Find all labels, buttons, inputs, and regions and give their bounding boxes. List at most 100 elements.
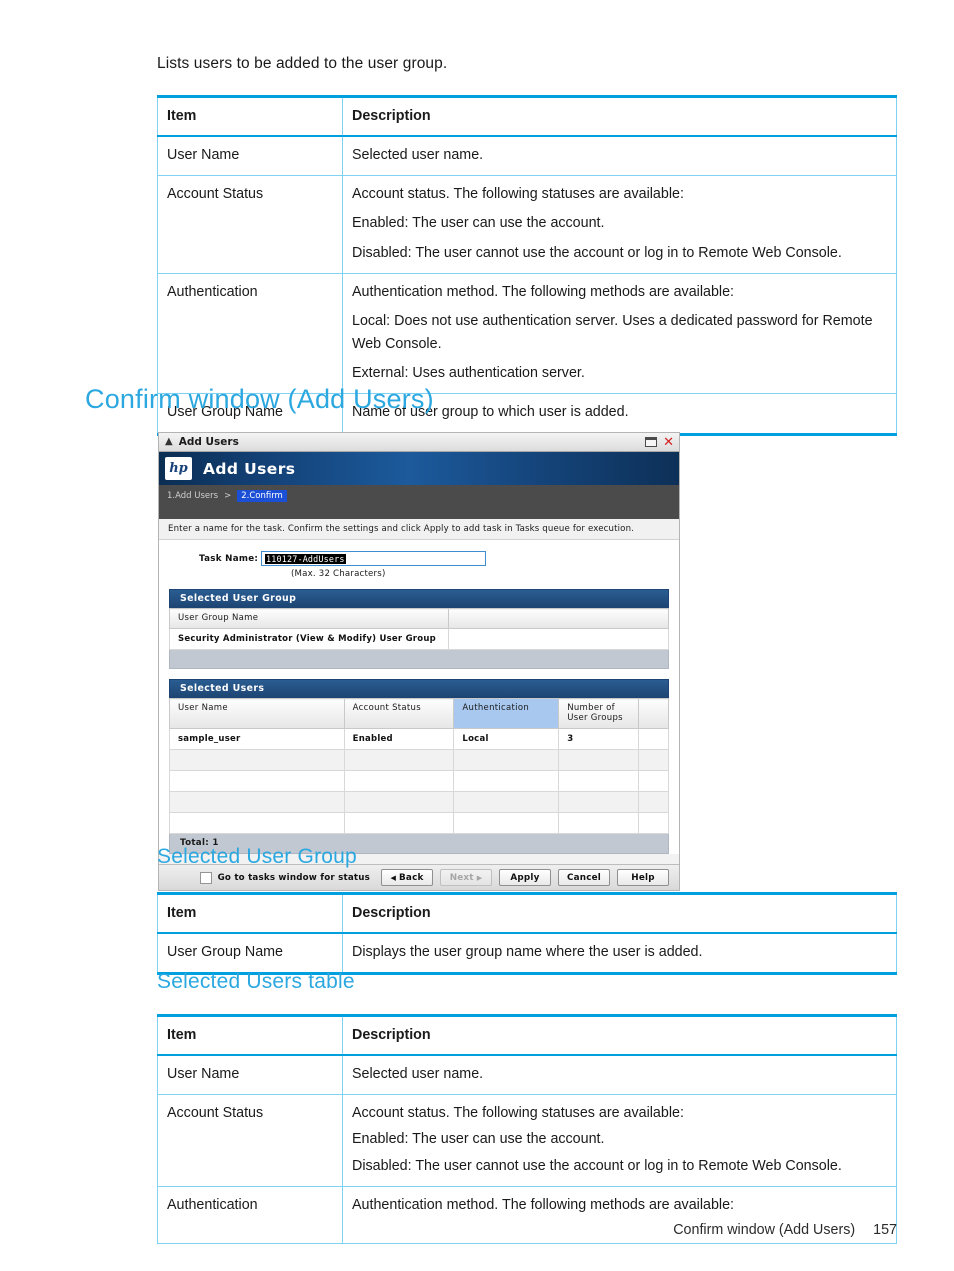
panel-title-selected-users: Selected Users: [169, 679, 669, 698]
document-page: Lists users to be added to the user grou…: [0, 0, 954, 1271]
column-header-item: Item: [157, 95, 343, 138]
column-header-number-of-user-groups[interactable]: Number of User Groups: [558, 698, 640, 729]
panel-selected-users: Selected Users User Name Account Status …: [169, 679, 669, 854]
cancel-button[interactable]: Cancel: [558, 869, 610, 886]
dialog-window-title: Add Users: [178, 436, 239, 448]
cell-blank: [558, 791, 640, 813]
dialog-body: Task Name: 110127-AddUsers (Max. 32 Char…: [159, 540, 679, 854]
cell-item: Account Status: [157, 1094, 343, 1187]
desc-line: Enabled: The user can use the account.: [352, 1131, 605, 1148]
section-heading-selected-users-table: Selected Users table: [157, 970, 355, 993]
help-button[interactable]: Help: [617, 869, 669, 886]
table-row: Account Status Account status. The follo…: [157, 1094, 897, 1187]
cell-user-name: sample_user: [169, 728, 345, 750]
back-button[interactable]: ◀ Back: [381, 869, 433, 886]
table-selected-user-group-items: Item Description User Group Name Display…: [157, 892, 897, 976]
column-header-description: Description: [342, 1014, 897, 1057]
cell-account-status: Enabled: [343, 728, 455, 750]
cell-blank: [343, 770, 455, 792]
apply-button-label: Apply: [510, 872, 540, 883]
table-header-row: User Group Name: [168, 608, 669, 629]
table-header-row: Item Description: [157, 95, 897, 138]
chevron-up-icon: ▲: [165, 436, 173, 447]
desc-line: Authentication method. The following met…: [352, 283, 735, 300]
cell-item: Authentication: [157, 1185, 343, 1244]
cancel-button-label: Cancel: [566, 872, 602, 883]
cell-blank: [453, 812, 560, 834]
cell-blank: [558, 770, 640, 792]
next-button[interactable]: Next ▶: [440, 869, 492, 886]
table-row[interactable]: Security Administrator (View & Modify) U…: [168, 628, 669, 650]
cell-item: User Group Name: [157, 932, 343, 976]
panel-selected-user-group: Selected User Group User Group Name Secu…: [168, 589, 669, 669]
table-row[interactable]: [169, 749, 669, 771]
column-header-blank[interactable]: [638, 698, 669, 729]
column-header-authentication[interactable]: Authentication: [453, 698, 560, 729]
cell-item: Account Status: [157, 175, 343, 274]
add-users-dialog-screenshot: ▲ Add Users ✕ hp Add Users 1.Add Users >…: [158, 432, 680, 891]
arrow-left-icon: ◀: [390, 873, 397, 882]
desc-line: Enabled: The user can use the account.: [352, 215, 605, 232]
intro-paragraph: Lists users to be added to the user grou…: [157, 55, 448, 72]
go-to-tasks-window-checkbox[interactable]: Go to tasks window for status: [199, 871, 370, 884]
checkbox-label: Go to tasks window for status: [217, 872, 370, 883]
step-confirm[interactable]: 2.Confirm: [237, 489, 287, 502]
next-button-label: Next: [449, 872, 474, 883]
cell-blank: [453, 791, 560, 813]
panel-footer-bar: [169, 650, 669, 669]
arrow-right-icon: ▶: [476, 873, 483, 882]
cell-item: Authentication: [157, 272, 343, 395]
desc-line: Displays the user group name where the u…: [352, 944, 703, 961]
task-name-hint: (Max. 32 Characters): [291, 569, 386, 579]
cell-authentication: Local: [453, 728, 560, 750]
cell-blank: [169, 770, 345, 792]
cell-blank: [343, 791, 455, 813]
column-header-account-status[interactable]: Account Status: [343, 698, 455, 729]
cell-blank: [448, 628, 669, 650]
table-row[interactable]: [169, 791, 669, 813]
table-row: User Name Selected user name.: [157, 1054, 897, 1096]
table-row: Authentication Authentication method. Th…: [157, 272, 897, 395]
table-header-row: Item Description: [157, 892, 897, 935]
table-header-row: Item Description: [157, 1014, 897, 1057]
restore-window-icon[interactable]: [645, 437, 658, 447]
table-row[interactable]: [169, 812, 669, 834]
table-row[interactable]: sample_user Enabled Local 3: [169, 728, 669, 750]
page-footer: Confirm window (Add Users) 157: [673, 1222, 897, 1238]
column-header-user-group-name[interactable]: User Group Name: [168, 608, 450, 629]
back-button-label: Back: [399, 872, 424, 883]
cell-blank: [169, 791, 345, 813]
cell-description: Authentication method. The following met…: [342, 272, 897, 395]
table-row: User Name Selected user name.: [157, 135, 897, 177]
panel-title-selected-user-group: Selected User Group: [169, 589, 669, 608]
table-header-row: User Name Account Status Authentication …: [169, 698, 669, 729]
step-add-users[interactable]: 1.Add Users: [167, 491, 218, 501]
cell-blank: [343, 812, 455, 834]
table-row: Account Status Account status. The follo…: [157, 175, 897, 274]
task-name-input[interactable]: 110127-AddUsers: [261, 551, 486, 566]
cell-blank: [343, 749, 455, 771]
dialog-step-breadcrumb: 1.Add Users > 2.Confirm: [159, 485, 679, 506]
column-header-user-name[interactable]: User Name: [169, 698, 345, 729]
cell-blank: [169, 749, 345, 771]
dialog-instruction-text: Enter a name for the task. Confirm the s…: [159, 519, 679, 540]
table-row[interactable]: [169, 770, 669, 792]
breadcrumb-separator: >: [224, 490, 232, 501]
column-header-blank[interactable]: [448, 608, 669, 629]
dialog-banner-title: Add Users: [203, 459, 296, 478]
cell-blank: [638, 728, 669, 750]
task-name-value: 110127-AddUsers: [265, 553, 346, 564]
cell-description: Account status. The following statuses a…: [342, 1094, 897, 1187]
cell-blank: [453, 749, 560, 771]
cell-item: User Name: [157, 135, 343, 177]
cell-description: Displays the user group name where the u…: [342, 932, 897, 976]
footer-title: Confirm window (Add Users): [673, 1222, 856, 1238]
cell-user-group-name: Security Administrator (View & Modify) U…: [168, 628, 450, 650]
apply-button[interactable]: Apply: [499, 869, 551, 886]
desc-line: External: Uses authentication server.: [352, 365, 585, 382]
desc-line: Selected user name.: [352, 147, 484, 164]
close-icon[interactable]: ✕: [661, 436, 676, 449]
desc-line: Account status. The following statuses a…: [352, 1105, 684, 1122]
desc-line: Account status. The following statuses a…: [352, 186, 684, 203]
checkbox-box[interactable]: [199, 871, 212, 884]
